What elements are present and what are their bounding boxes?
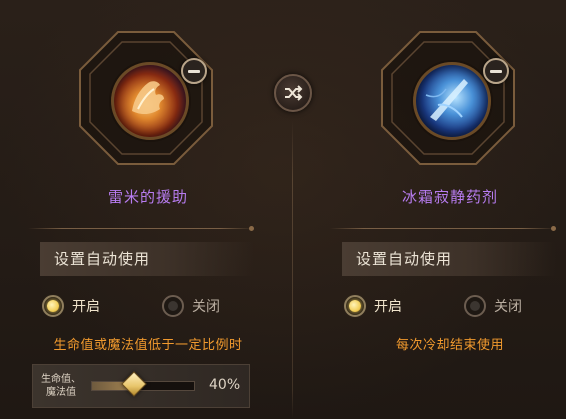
ice-blade-icon [413,62,491,140]
slider-label: 生命值、 魔法值 [37,373,85,399]
right-item-slot[interactable] [380,30,516,166]
auto-use-radio-group: 开启 关闭 [344,293,564,321]
item-name: 雷米的援助 [107,188,188,206]
radio-off-label: 关闭 [192,299,220,315]
radio-dot [162,295,184,317]
remove-item-button[interactable] [483,58,509,84]
left-item-panel: 雷米的援助 设置自动使用 开启 关闭 生命值或魔法值低于一定比例时 生命值、 魔… [28,0,268,419]
radio-off[interactable]: 关闭 [162,293,220,319]
radio-on-label: 开启 [72,299,100,315]
slider-track[interactable] [91,371,195,397]
swap-button[interactable] [274,74,312,112]
condition-text: 每次冷却结束使用 [395,338,504,353]
left-item-slot[interactable] [78,30,214,166]
condition-text: 生命值或魔法值低于一定比例时 [53,338,243,353]
slider-label-line2: 魔法值 [46,387,76,398]
auto-use-header: 设置自动使用 [40,242,254,276]
center-divider [292,120,293,419]
radio-dot [42,295,64,317]
shuffle-icon [285,85,303,101]
name-underline [330,226,556,231]
name-underline [28,226,254,231]
radio-dot [464,295,486,317]
auto-use-radio-group: 开启 关闭 [42,293,262,321]
slider-label-line1: 生命值、 [41,374,81,385]
threshold-slider-panel: 生命值、 魔法值 40% [32,364,250,408]
auto-use-header: 设置自动使用 [342,242,556,276]
flame-hand-icon [111,62,189,140]
radio-dot [344,295,366,317]
radio-on[interactable]: 开启 [42,293,100,319]
radio-off-label: 关闭 [494,299,522,315]
item-name: 冰霜寂静药剂 [401,188,498,206]
radio-off[interactable]: 关闭 [464,293,522,319]
slider-handle[interactable] [121,371,147,397]
remove-item-button[interactable] [181,58,207,84]
radio-on[interactable]: 开启 [344,293,402,319]
radio-on-label: 开启 [374,299,402,315]
slider-value: 40% [209,377,241,393]
right-item-panel: 冰霜寂静药剂 设置自动使用 开启 关闭 每次冷却结束使用 [330,0,566,419]
